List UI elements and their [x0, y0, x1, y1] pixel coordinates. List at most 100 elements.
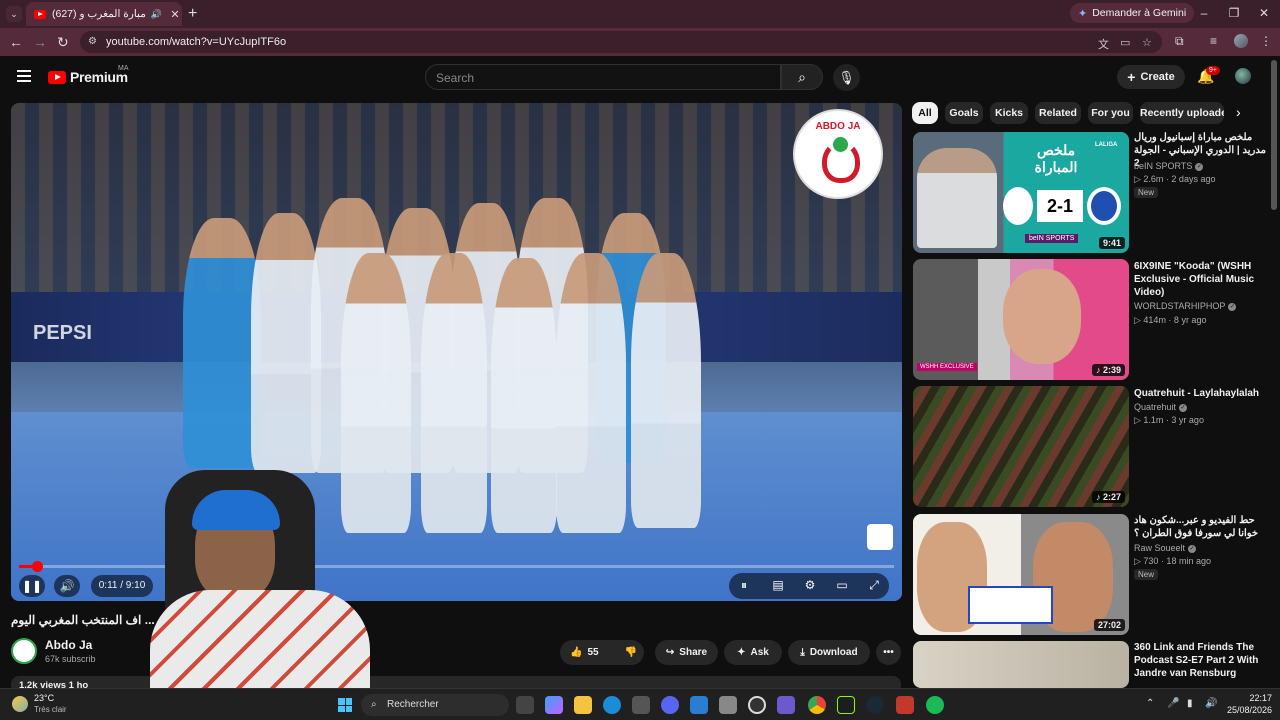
- channel-branding-icon[interactable]: [867, 524, 893, 550]
- browser-tab-bar: ⌄ (627) ملخص مبارة المغرب و 🔊 ✕ + ✦ Dema…: [0, 0, 1280, 28]
- clock-date[interactable]: 25/08/2026: [1218, 705, 1272, 715]
- game-icon[interactable]: [777, 696, 795, 714]
- minimize-icon[interactable]: –: [1196, 6, 1212, 20]
- search-button[interactable]: ⌕: [781, 64, 823, 90]
- new-tab-icon[interactable]: +: [188, 5, 197, 23]
- edge-icon[interactable]: [603, 696, 621, 714]
- chip-for-you[interactable]: For you: [1088, 102, 1133, 124]
- discord-icon[interactable]: [661, 696, 679, 714]
- browser-tab[interactable]: (627) ملخص مبارة المغرب و 🔊 ✕: [26, 2, 182, 26]
- thumbnail-rec-3[interactable]: ♪ 2:27: [913, 386, 1129, 507]
- fullscreen-icon[interactable]: ⤢: [863, 578, 885, 593]
- rec-2-channel-name: WORLDSTARHIPHOP: [1134, 301, 1226, 311]
- chip-kicks[interactable]: Kicks: [990, 102, 1028, 124]
- spotify-icon[interactable]: [926, 696, 944, 714]
- more-actions-icon[interactable]: •••: [876, 640, 901, 665]
- translate-icon[interactable]: 文: [1098, 36, 1109, 52]
- chip-goals[interactable]: Goals: [945, 102, 983, 124]
- page-scrollbar[interactable]: [1271, 60, 1277, 210]
- thumbnail-rec-4[interactable]: 27:02: [913, 514, 1129, 635]
- rec-3-channel[interactable]: Quatrehuit ✓: [1134, 402, 1188, 412]
- thumbnail-rec-5[interactable]: [913, 641, 1129, 688]
- music-note-icon: ♪: [1095, 492, 1103, 502]
- store-icon[interactable]: [632, 696, 650, 714]
- reload-icon[interactable]: ↻: [57, 34, 69, 51]
- voice-search-icon[interactable]: 🎙: [833, 64, 860, 91]
- rec-1-channel[interactable]: beIN SPORTS ✓: [1134, 161, 1204, 171]
- channel-avatar[interactable]: [11, 638, 37, 664]
- address-bar[interactable]: ⚙ youtube.com/watch?v=UYcJupITF6o 文 ▭ ☆: [80, 31, 1162, 53]
- autoplay-toggle-icon[interactable]: ⏸: [733, 578, 755, 593]
- theater-mode-icon[interactable]: ▭: [831, 578, 853, 592]
- back-icon[interactable]: ←: [9, 34, 23, 50]
- copilot-icon[interactable]: [545, 696, 563, 714]
- steam-icon[interactable]: [748, 696, 766, 714]
- bookmark-star-icon[interactable]: ☆: [1142, 36, 1152, 49]
- create-button[interactable]: + Create: [1117, 65, 1185, 89]
- chip-recently-uploaded[interactable]: Recently uploaded: [1140, 102, 1224, 124]
- video-player[interactable]: PEPSI ABDO JA ❚❚ 🔊 0:11 / 9:10 ⏸ ▤ ⚙ ▭ ⤢: [11, 103, 902, 601]
- app-icon-3[interactable]: [896, 696, 914, 714]
- task-view-icon[interactable]: [516, 696, 534, 714]
- mix-icon: ▷: [1134, 415, 1144, 425]
- ask-label: Ask: [750, 647, 769, 658]
- windows-start-icon[interactable]: [338, 698, 352, 712]
- taskbar-search-input[interactable]: Rechercher: [361, 694, 509, 716]
- channel-name[interactable]: Abdo Ja: [45, 638, 92, 652]
- dislike-button[interactable]: 👎: [616, 640, 646, 665]
- audio-icon[interactable]: 🔊: [151, 9, 162, 20]
- chip-related[interactable]: Related: [1035, 102, 1081, 124]
- mic-icon[interactable]: 🎤: [1167, 698, 1179, 709]
- thumb-text: ملخص المباراة: [1034, 142, 1078, 175]
- rec-2-title[interactable]: 6IX9INE "Kooda" (WSHH Exclusive - Offici…: [1134, 260, 1268, 299]
- download-button[interactable]: ⤓ Download: [788, 640, 870, 665]
- rec-4-channel[interactable]: Raw Soueelt ✓: [1134, 543, 1197, 553]
- network-icon[interactable]: ▮: [1187, 698, 1193, 709]
- profile-avatar[interactable]: [1234, 34, 1248, 48]
- mail-icon[interactable]: [690, 696, 708, 714]
- nvidia-icon[interactable]: [837, 696, 855, 714]
- tray-overflow-icon[interactable]: ⌃: [1146, 698, 1154, 709]
- app-icon-2[interactable]: [866, 696, 884, 714]
- chevron-right-icon[interactable]: ›: [1236, 104, 1241, 120]
- settings-gear-icon[interactable]: ⚙: [799, 578, 821, 592]
- rec-2-channel[interactable]: WORLDSTARHIPHOP ✓: [1134, 301, 1237, 311]
- gemini-button[interactable]: ✦ Demander à Gemini: [1070, 3, 1195, 23]
- rec-5-title[interactable]: 360 Link and Friends The Podcast S2-E7 P…: [1134, 641, 1268, 680]
- progress-scrubber[interactable]: [31, 561, 43, 572]
- forward-icon[interactable]: →: [33, 34, 47, 50]
- search-input[interactable]: Search: [425, 64, 781, 90]
- plus-icon: +: [1127, 69, 1136, 85]
- extensions-icon[interactable]: ⧉: [1175, 34, 1184, 49]
- country-code: MA: [118, 65, 129, 72]
- watermark-dot: [833, 137, 848, 152]
- account-avatar[interactable]: [1235, 68, 1251, 84]
- clock-time[interactable]: 22:17: [1228, 693, 1272, 703]
- site-info-icon[interactable]: ⚙: [88, 36, 97, 47]
- filter-chips: All Goals Kicks Related For you Recently…: [912, 102, 1242, 126]
- share-button[interactable]: ↪ Share: [655, 640, 718, 665]
- rec-3-title[interactable]: Quatrehuit - Laylahaylalah: [1134, 387, 1268, 400]
- hamburger-menu-icon[interactable]: [17, 70, 31, 82]
- app-icon[interactable]: [719, 696, 737, 714]
- youtube-logo[interactable]: Premium MA: [48, 65, 129, 85]
- browser-menu-icon[interactable]: ⋮: [1260, 34, 1272, 48]
- thumbnail-rec-2[interactable]: WSHH EXCLUSIVE ♪ 2:39: [913, 259, 1129, 380]
- chip-all[interactable]: All: [912, 102, 938, 124]
- weather-icon[interactable]: [12, 696, 28, 712]
- thumbnail-rec-1[interactable]: ملخص المباراة LALIGA 2-1 beIN SPORTS 9:4…: [913, 132, 1129, 253]
- close-window-icon[interactable]: ✕: [1256, 6, 1272, 20]
- volume-icon[interactable]: 🔊: [54, 575, 80, 597]
- cast-icon[interactable]: ▭: [1120, 36, 1130, 49]
- chrome-icon[interactable]: [808, 696, 826, 714]
- file-explorer-icon[interactable]: [574, 696, 592, 714]
- close-tab-icon[interactable]: ✕: [168, 8, 182, 21]
- ask-button[interactable]: ✦ Ask: [724, 640, 782, 665]
- speaker-icon[interactable]: 🔊: [1205, 698, 1217, 709]
- pause-icon[interactable]: ❚❚: [19, 575, 45, 597]
- restore-icon[interactable]: ❐: [1226, 6, 1242, 20]
- reading-list-icon[interactable]: ≡: [1210, 34, 1217, 48]
- rec-4-title[interactable]: حط الفيديو و عبر...شكون هاد خوانا لي سور…: [1134, 514, 1268, 540]
- tab-search-icon[interactable]: ⌄: [6, 6, 22, 22]
- subtitles-icon[interactable]: ▤: [767, 578, 789, 592]
